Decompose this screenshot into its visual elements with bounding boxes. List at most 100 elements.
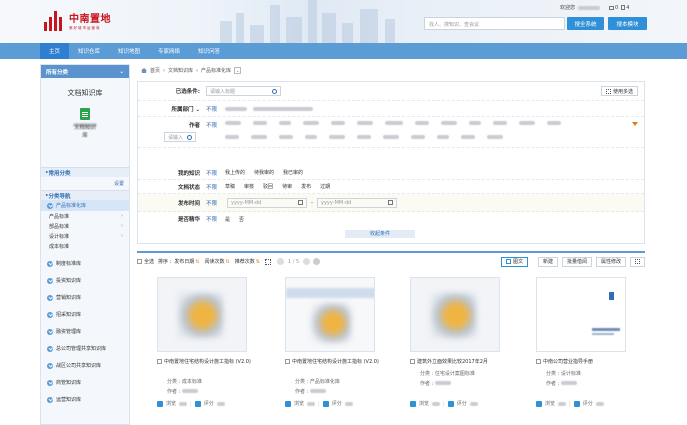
search-all-button[interactable]: 搜全系统 <box>567 17 604 30</box>
status-option[interactable]: 驳回 <box>263 183 273 190</box>
calendar-icon[interactable] <box>388 200 394 205</box>
author-option[interactable] <box>547 121 562 125</box>
attr-edit-button[interactable]: 属性修改 <box>595 256 626 267</box>
sidebar-sub-item[interactable]: 产品标准 <box>41 211 129 221</box>
doc-checkbox[interactable] <box>157 359 162 364</box>
author-option[interactable] <box>437 135 449 139</box>
prev-page-icon[interactable] <box>276 258 284 265</box>
doc-card[interactable]: 中南公司营业指导手册 分类 : 设计标准 作者 : 浏览 | 评分 <box>536 277 652 417</box>
nav-qa[interactable]: 知识问答 <box>189 43 229 59</box>
author-option[interactable] <box>411 135 425 139</box>
grid-icon[interactable] <box>264 258 271 265</box>
refresh-icon[interactable] <box>313 258 321 265</box>
author-option[interactable] <box>279 121 292 125</box>
status-option[interactable]: 发布 <box>301 183 311 190</box>
breadcrumb-home[interactable]: 首页 <box>150 67 160 74</box>
collapse-filter-button[interactable]: 收起条件 <box>345 230 415 238</box>
author-option[interactable] <box>383 135 399 139</box>
sidebar-item-product-standard[interactable]: 产品标准化库 <box>41 200 129 211</box>
doc-card[interactable]: 中南置地住宅结构设计施工指标 (V2.0) 分类 : 成本标准 作者 : 浏览 |… <box>157 277 273 417</box>
author-option[interactable] <box>519 121 536 125</box>
doc-thumbnail[interactable] <box>536 277 626 352</box>
my-option[interactable]: 我已审的 <box>283 169 303 176</box>
author-option[interactable] <box>253 121 268 125</box>
chevron-down-icon[interactable]: ⌄ <box>195 107 200 113</box>
nav-expert-network[interactable]: 专家网络 <box>149 43 189 59</box>
setting-link[interactable]: 设置 <box>41 177 129 190</box>
dept-option[interactable] <box>225 106 248 111</box>
doc-title[interactable]: 中南置地住宅结构设计施工指标 (V2.0) <box>164 359 251 365</box>
author-option[interactable] <box>487 135 503 139</box>
username[interactable] <box>578 5 601 10</box>
nav-knowledge-repo[interactable]: 知识仓库 <box>69 43 109 59</box>
multi-select-button[interactable]: 使用多选 <box>600 86 638 96</box>
sort-icon[interactable]: ⇅ <box>195 259 199 265</box>
author-option[interactable] <box>461 135 475 139</box>
end-date-input[interactable]: yyyy-MM-dd <box>317 197 398 208</box>
sidebar-item[interactable]: 制度标准库 <box>41 255 129 272</box>
sort-by-recommend[interactable]: 推荐次数 <box>235 258 255 265</box>
sidebar-sub-item[interactable]: 部品标准 <box>41 221 129 231</box>
status-all-option[interactable]: 不限 <box>206 183 217 191</box>
sort-by-date[interactable]: 发布日期 <box>174 258 194 265</box>
author-option[interactable] <box>331 121 346 125</box>
breadcrumb-current[interactable]: 产品标准化库 <box>201 67 231 74</box>
author-option[interactable] <box>385 121 404 125</box>
logo[interactable]: 中南置地 美好城市运营商 <box>44 10 111 31</box>
doc-thumbnail[interactable] <box>410 277 500 352</box>
status-option[interactable]: 草稿 <box>225 183 235 190</box>
author-option[interactable] <box>251 135 267 139</box>
author-option[interactable] <box>279 135 293 139</box>
grid-view-button[interactable] <box>630 256 645 267</box>
doc-card[interactable]: 建筑外立面效果比较2017年2月 分类 : 住宅设计案图标准 作者 : 浏览 | 评… <box>410 277 526 417</box>
author-search-input[interactable]: 请输入 <box>164 132 196 142</box>
time-all-option[interactable]: 不限 <box>206 199 217 207</box>
status-option[interactable]: 待审 <box>282 183 292 190</box>
doc-thumbnail[interactable] <box>285 277 375 352</box>
sort-icon[interactable]: ⇅ <box>226 259 230 265</box>
author-option[interactable] <box>469 121 482 125</box>
sort-by-reads[interactable]: 阅读次数 <box>205 258 225 265</box>
title-search-input[interactable]: 请输入标题 <box>206 86 281 96</box>
author-all-option[interactable]: 不限 <box>206 121 217 129</box>
excellent-option[interactable]: 否 <box>239 216 244 223</box>
author-option[interactable] <box>225 121 242 125</box>
author-option[interactable] <box>305 135 317 139</box>
search-icon[interactable] <box>187 134 192 140</box>
excellent-option[interactable]: 是 <box>225 216 230 223</box>
my-option[interactable]: 我上传的 <box>225 169 245 176</box>
my-all-option[interactable]: 不限 <box>206 169 217 177</box>
sort-icon[interactable]: ⇅ <box>256 259 260 265</box>
message-link[interactable]: 0 <box>609 5 618 11</box>
calendar-icon[interactable] <box>298 200 304 205</box>
author-option[interactable] <box>225 135 239 139</box>
sidebar-item[interactable]: 融资管理库 <box>41 323 129 340</box>
excellent-all-option[interactable]: 不限 <box>206 215 217 223</box>
all-categories-header[interactable]: 所有分类 ⌄ <box>41 65 129 78</box>
sidebar-sub-item[interactable]: 成本标准 <box>41 241 129 251</box>
sidebar-item[interactable]: 商管知识库 <box>41 374 129 391</box>
view-mode-button[interactable]: 图文 <box>500 256 528 267</box>
search-module-button[interactable]: 搜本模块 <box>608 17 647 30</box>
doc-card[interactable]: 中南置地住宅结构设计施工指标 (V2.0) 分类 : 产品标准化库 作者 : 浏… <box>285 277 401 417</box>
batch-borrow-button[interactable]: 批量借阅 <box>561 256 592 267</box>
author-option[interactable] <box>329 135 345 139</box>
author-option[interactable] <box>493 121 508 125</box>
doc-title[interactable]: 建筑外立面效果比较2017年2月 <box>417 359 488 365</box>
document-icon[interactable] <box>80 108 90 120</box>
doc-checkbox[interactable] <box>536 359 541 364</box>
start-date-input[interactable]: yyyy-MM-dd <box>227 197 308 208</box>
new-button[interactable]: 新建 <box>537 256 558 267</box>
global-search-input[interactable]: 找人、搜知识、查会议 <box>424 17 565 30</box>
sidebar-item[interactable]: 战区公司共享知识库 <box>41 357 129 374</box>
author-option[interactable] <box>441 121 458 125</box>
doc-title[interactable]: 中南公司营业指导手册 <box>543 359 593 365</box>
doc-checkbox[interactable] <box>285 359 290 364</box>
author-option[interactable] <box>303 121 320 125</box>
chevron-down-icon[interactable]: ⌄ <box>234 67 242 74</box>
nav-home[interactable]: 主页 <box>40 43 70 59</box>
nav-knowledge-map[interactable]: 知识地图 <box>109 43 149 59</box>
status-option[interactable]: 过期 <box>320 183 330 190</box>
search-icon[interactable] <box>272 88 277 94</box>
category-nav-header[interactable]: • 分类导航 <box>41 190 129 200</box>
